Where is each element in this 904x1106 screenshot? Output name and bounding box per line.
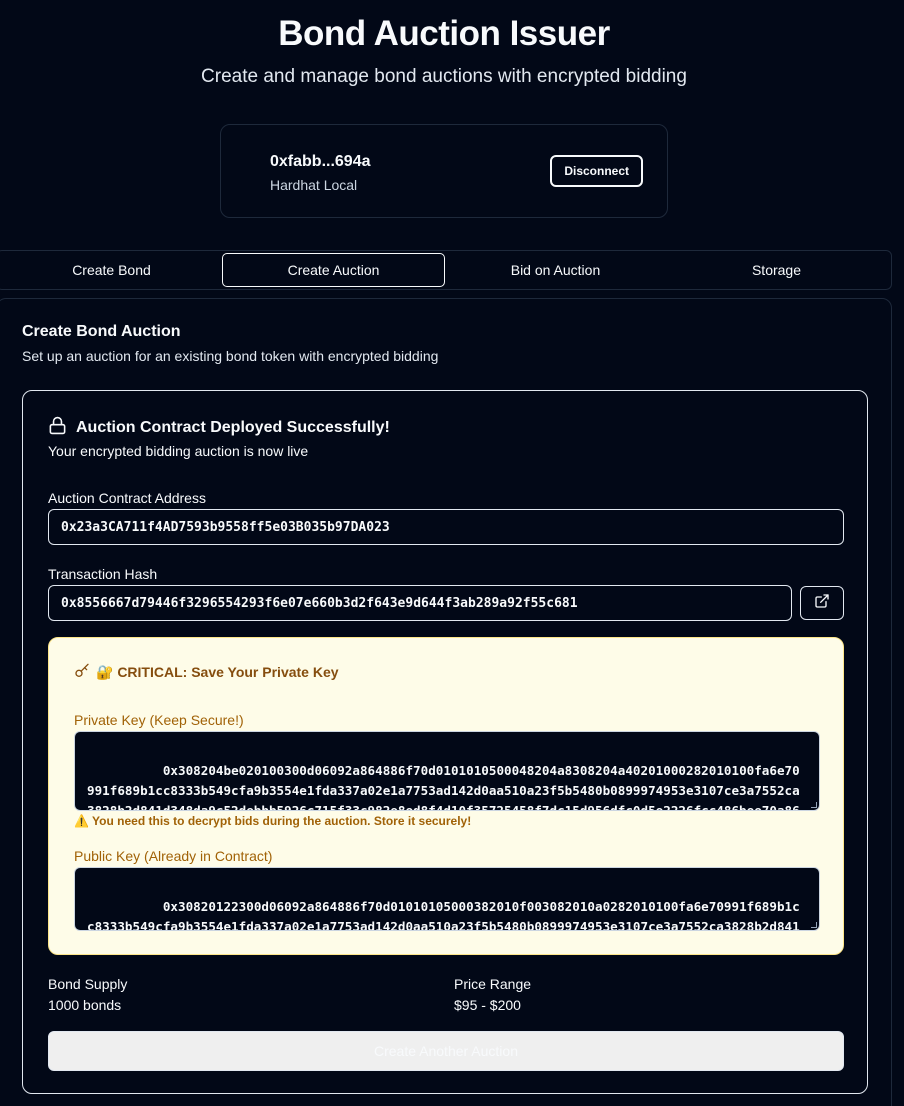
success-header: Auction Contract Deployed Successfully! [48, 416, 390, 440]
section-title: Create Bond Auction [22, 323, 181, 340]
transaction-hash-field[interactable]: 0x8556667d79446f3296554293f6e07e660b3d2f… [48, 585, 792, 621]
key-panel-header: 🔐 CRITICAL: Save Your Private Key [74, 663, 339, 682]
bond-supply-label: Bond Supply [48, 976, 128, 992]
tab-storage[interactable]: Storage [666, 253, 887, 287]
lock-icon [48, 416, 67, 440]
private-key-textarea[interactable]: 0x308204be020100300d06092a864886f70d0101… [74, 731, 820, 811]
page-title: Bond Auction Issuer [278, 14, 610, 53]
resize-handle[interactable] [811, 922, 817, 928]
contract-address-label: Auction Contract Address [48, 490, 206, 506]
price-range-label: Price Range [454, 976, 532, 992]
wallet-address: 0xfabb...694a [270, 153, 371, 170]
create-auction-card: Create Bond Auction Set up an auction fo… [0, 298, 892, 1106]
section-description: Set up an auction for an existing bond t… [22, 348, 439, 364]
public-key-textarea[interactable]: 0x30820122300d06092a864886f70d0101010500… [74, 867, 820, 931]
success-description: Your encrypted bidding auction is now li… [48, 443, 309, 459]
key-panel-title: 🔐 CRITICAL: Save Your Private Key [96, 664, 339, 680]
disconnect-button[interactable]: Disconnect [550, 155, 643, 187]
contract-address-field[interactable]: 0x23a3CA711f4AD7593b9558ff5e03B035b97DA0… [48, 509, 844, 545]
transaction-hash-label: Transaction Hash [48, 566, 158, 582]
view-transaction-button[interactable] [800, 586, 844, 620]
success-title: Auction Contract Deployed Successfully! [76, 419, 390, 436]
price-range-value: $95 - $200 [454, 997, 521, 1013]
tab-create-auction[interactable]: Create Auction [222, 253, 445, 287]
external-link-icon [814, 593, 830, 614]
public-key-value: 0x30820122300d06092a864886f70d0101010500… [87, 899, 800, 931]
private-key-value: 0x308204be020100300d06092a864886f70d0101… [87, 763, 800, 811]
deployment-success-card: Auction Contract Deployed Successfully! … [22, 390, 868, 1094]
tab-create-bond[interactable]: Create Bond [1, 253, 222, 287]
tab-bar: Create Bond Create Auction Bid on Auctio… [0, 250, 892, 290]
key-icon [74, 663, 90, 682]
resize-handle[interactable] [811, 802, 817, 808]
private-key-panel: 🔐 CRITICAL: Save Your Private Key Privat… [48, 637, 844, 955]
page-subtitle: Create and manage bond auctions with enc… [201, 66, 687, 87]
tab-bid-on-auction[interactable]: Bid on Auction [445, 253, 666, 287]
private-key-label: Private Key (Keep Secure!) [74, 712, 244, 728]
public-key-label: Public Key (Already in Contract) [74, 848, 273, 864]
wallet-network: Hardhat Local [270, 177, 358, 193]
create-another-auction-button[interactable]: Create Another Auction [48, 1031, 844, 1071]
bond-supply-value: 1000 bonds [48, 997, 122, 1013]
private-key-warning: ⚠️ You need this to decrypt bids during … [74, 814, 472, 828]
page: Bond Auction Issuer Create and manage bo… [0, 0, 904, 1106]
wallet-card: 0xfabb...694a Hardhat Local Disconnect [220, 124, 668, 218]
